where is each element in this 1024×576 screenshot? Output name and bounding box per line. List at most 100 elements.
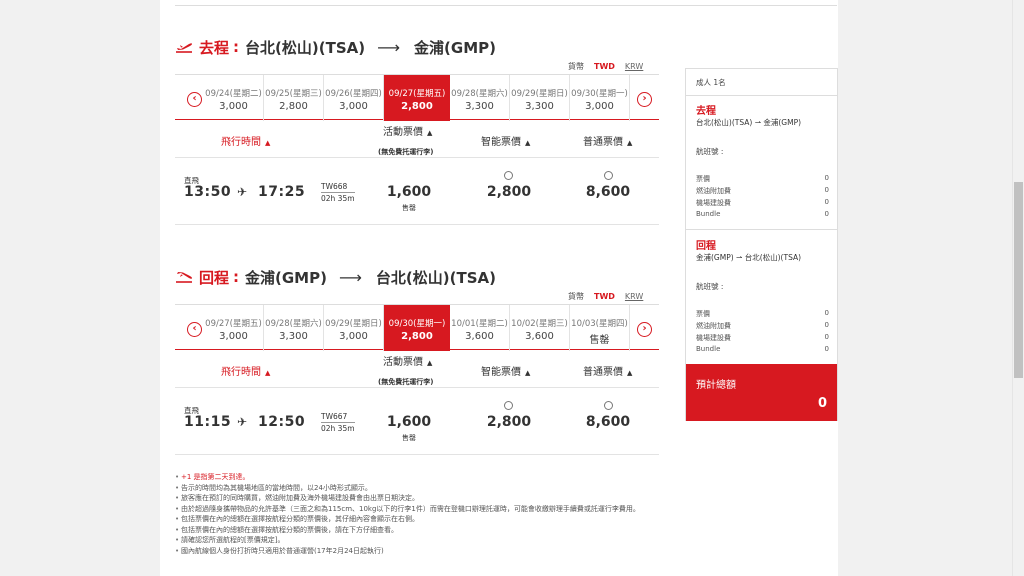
note-item[interactable]: 請確認您所選航程的[票價規定]。 xyxy=(175,535,665,546)
regular-fare-radio[interactable] xyxy=(604,171,613,180)
col-smart-fare[interactable]: 智能票價 ▲ xyxy=(481,133,530,148)
col-promo-fare[interactable]: 活動票價 ▲ xyxy=(383,353,432,368)
divider xyxy=(686,95,837,96)
fee-row: Bundle 0 xyxy=(696,345,829,353)
inbound-date-3-selected[interactable]: 09/30(星期一) 2,800 xyxy=(384,305,450,351)
next-week-icon[interactable]: › xyxy=(637,322,652,337)
inbound-origin: 金浦(GMP) xyxy=(245,268,327,287)
outbound-date-strip: ‹ 09/24(星期二) 3,000 09/25(星期三) 2,800 09/26(… xyxy=(175,74,659,121)
fare-summary-panel: 成人 1名 去程 台北(松山)(TSA) ⇀ 金浦(GMP) 航班號 : 票價 0… xyxy=(685,68,838,421)
outbound-date-4[interactable]: 09/28(星期六) 3,300 xyxy=(450,75,510,121)
col-flight-time[interactable]: 飛行時間 ▲ xyxy=(221,363,270,378)
inbound-date-5[interactable]: 10/02(星期三) 3,600 xyxy=(510,305,570,351)
arrive-time: 17:25 xyxy=(258,184,306,200)
inbound-date-0[interactable]: 09/27(星期五) 3,000 xyxy=(204,305,264,351)
divider xyxy=(175,454,659,455)
inbound-date-strip: ‹ 09/27(星期五) 3,000 09/28(星期六) 3,300 09/29(… xyxy=(175,304,659,351)
regular-price: 8,600 xyxy=(585,414,631,430)
fee-row: 票價 0 xyxy=(696,174,829,183)
smart-fare-radio[interactable] xyxy=(504,401,513,410)
inbound-date-2[interactable]: 09/29(星期日) 3,000 xyxy=(324,305,384,351)
outbound-date-0[interactable]: 09/24(星期二) 3,000 xyxy=(204,75,264,121)
route-arrow-icon: ⟶ xyxy=(377,37,401,57)
outbound-origin: 台北(松山)(TSA) xyxy=(245,38,366,57)
right-background xyxy=(838,0,1012,576)
prev-week-icon[interactable]: ‹ xyxy=(187,322,202,337)
sort-up-icon: ▲ xyxy=(265,139,271,147)
arrive-time: 12:50 xyxy=(258,414,306,430)
plane-icon: ✈ xyxy=(237,415,248,429)
divider xyxy=(175,387,659,388)
inbound-date-4[interactable]: 10/01(星期二) 3,600 xyxy=(450,305,510,351)
flight-number[interactable]: TW668 xyxy=(321,182,347,191)
summary-inbound-title: 回程 xyxy=(696,241,716,252)
smart-price: 2,800 xyxy=(486,184,532,200)
regular-price: 8,600 xyxy=(585,184,631,200)
divider xyxy=(175,157,659,158)
inbound-colon: : xyxy=(233,268,240,286)
outbound-date-2[interactable]: 09/26(星期四) 3,000 xyxy=(324,75,384,121)
promo-price: 1,600 xyxy=(386,414,432,430)
regular-fare-radio[interactable] xyxy=(604,401,613,410)
inbound-header: 回程 : 金浦(GMP) ⟶ 台北(松山)(TSA) xyxy=(175,264,496,290)
fee-row: 票價 0 xyxy=(696,309,829,318)
outbound-colon: : xyxy=(233,38,240,56)
smart-fare-radio[interactable] xyxy=(504,171,513,180)
total-value: 0 xyxy=(817,396,827,411)
divider xyxy=(686,229,837,230)
top-divider xyxy=(175,5,837,6)
flight-number[interactable]: TW667 xyxy=(321,412,347,421)
sort-up-icon: ▲ xyxy=(627,139,633,147)
col-smart-fare[interactable]: 智能票價 ▲ xyxy=(481,363,530,378)
inbound-date-1[interactable]: 09/28(星期六) 3,300 xyxy=(264,305,324,351)
note-item: 旅客應在預訂的同時購買，燃油附加費及海外機場建設費會由出票日期決定。 xyxy=(175,493,665,504)
scrollbar-thumb[interactable] xyxy=(1014,182,1023,378)
currency-twd[interactable]: TWD xyxy=(594,292,615,301)
currency-twd[interactable]: TWD xyxy=(594,62,615,71)
promo-price: 1,600 xyxy=(386,184,432,200)
inbound-date-6[interactable]: 10/03(星期四) 售罄 xyxy=(570,305,630,351)
route-arrow-icon: ⟶ xyxy=(338,267,362,287)
promo-sold-out: 售罄 xyxy=(402,204,416,212)
outbound-destination: 金浦(GMP) xyxy=(414,38,496,57)
outbound-date-5[interactable]: 09/29(星期日) 3,300 xyxy=(510,75,570,121)
flight-duration: 02h 35m xyxy=(321,422,355,433)
outbound-date-6[interactable]: 09/30(星期一) 3,000 xyxy=(570,75,630,121)
promo-note: (無免費托運行李) xyxy=(378,378,434,386)
currency-label: 貨幣 xyxy=(568,62,584,71)
outbound-date-3-selected[interactable]: 09/27(星期五) 2,800 xyxy=(384,75,450,121)
col-regular-fare[interactable]: 普通票價 ▲ xyxy=(583,363,632,378)
sort-up-icon: ▲ xyxy=(525,139,531,147)
inbound-destination: 台北(松山)(TSA) xyxy=(375,268,496,287)
fee-row: 燃油附加費 0 xyxy=(696,186,829,195)
divider xyxy=(175,224,659,225)
outbound-label: 去程 xyxy=(199,38,230,57)
currency-label: 貨幣 xyxy=(568,292,584,301)
estimated-total-box: 預計總額 0 xyxy=(686,364,837,421)
currency-krw[interactable]: KRW xyxy=(625,62,643,71)
inbound-currency-selector: 貨幣 TWD KRW xyxy=(568,291,643,302)
col-regular-fare[interactable]: 普通票價 ▲ xyxy=(583,133,632,148)
next-week-icon[interactable]: › xyxy=(637,92,652,107)
note-item: +1 是指第二天到達。 xyxy=(175,472,665,483)
col-flight-time[interactable]: 飛行時間 ▲ xyxy=(221,133,270,148)
flight-duration: 02h 35m xyxy=(321,192,355,203)
plane-icon: ✈ xyxy=(237,185,248,199)
currency-krw[interactable]: KRW xyxy=(625,292,643,301)
depart-time: 11:15 xyxy=(184,414,232,430)
sort-up-icon: ▲ xyxy=(427,359,433,367)
depart-time: 13:50 xyxy=(184,184,232,200)
col-promo-fare[interactable]: 活動票價 ▲ xyxy=(383,123,432,138)
summary-inbound-flight-no: 航班號 : xyxy=(696,282,724,291)
note-item: 包括票價在內的總額在選擇按航程分類的票價後，請在下方仔細查看。 xyxy=(175,525,665,536)
left-background xyxy=(0,0,160,576)
notes-list: +1 是指第二天到達。 告示的時間均為其機場地區的當地時間，以24小時形式顯示。… xyxy=(175,472,665,556)
passenger-count: 成人 1名 xyxy=(696,78,726,87)
outbound-currency-selector: 貨幣 TWD KRW xyxy=(568,61,643,72)
outbound-date-1[interactable]: 09/25(星期三) 2,800 xyxy=(264,75,324,121)
prev-week-icon[interactable]: ‹ xyxy=(187,92,202,107)
inbound-label: 回程 xyxy=(199,268,230,287)
total-label: 預計總額 xyxy=(696,380,736,391)
smart-price: 2,800 xyxy=(486,414,532,430)
note-item: 告示的時間均為其機場地區的當地時間，以24小時形式顯示。 xyxy=(175,483,665,494)
